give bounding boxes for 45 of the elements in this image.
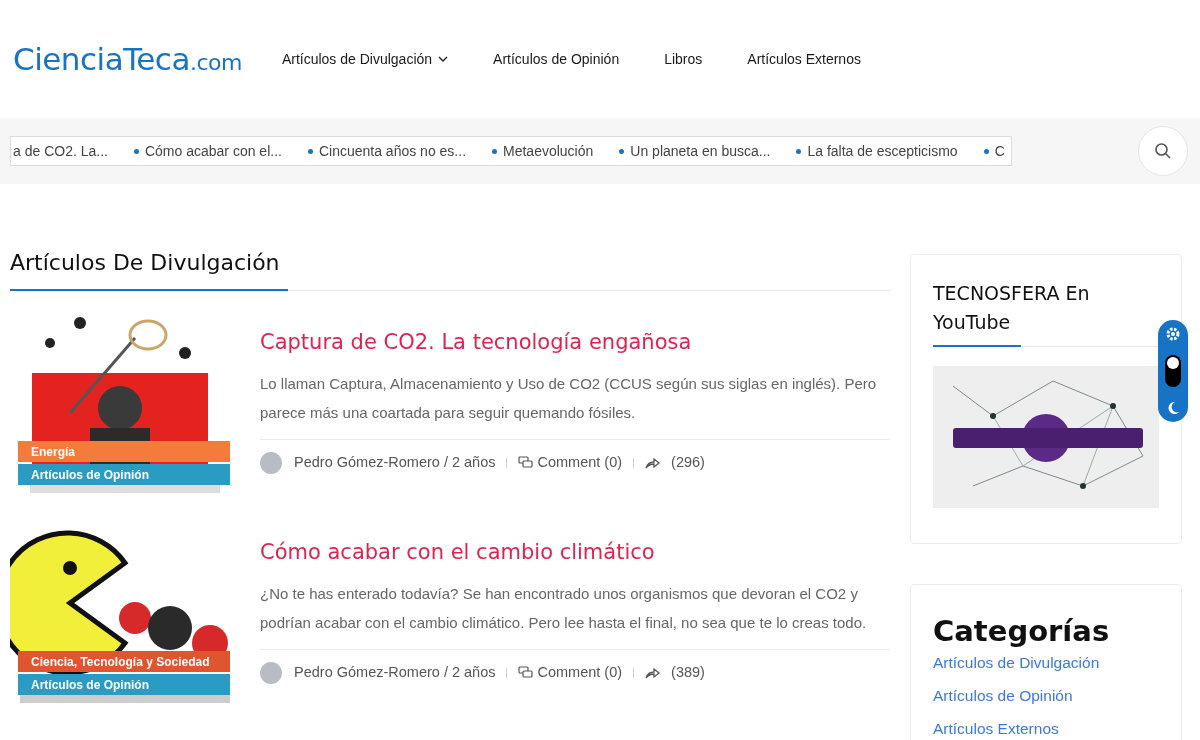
post-author[interactable]: Pedro Gómez-Romero / 2 años [294, 661, 496, 684]
comments-icon [518, 666, 534, 679]
post-title[interactable]: Cómo acabar con el cambio climático [260, 537, 890, 569]
widget-title: Categorías [933, 613, 1111, 649]
category-link[interactable]: Artículos de Divulgación [933, 654, 1100, 671]
ticker-item[interactable]: C [983, 140, 1005, 162]
ticker-item[interactable]: Un planeta en busca... [619, 140, 771, 162]
category-tag[interactable]: Ciencia, Tecnología y Sociedad [18, 651, 230, 672]
search-icon [1154, 142, 1172, 160]
theme-toggle[interactable] [1165, 355, 1181, 387]
ticker-item[interactable]: Cómo acabar con el... [133, 140, 282, 162]
author-avatar [260, 661, 282, 684]
author-avatar [260, 451, 282, 474]
post-title[interactable]: Captura de CO2. La tecnología engañosa [260, 327, 890, 359]
post-excerpt: Lo llaman Captura, Almacenamiento y Uso de CO2 (CCUS según sus siglas en inglés). Pero parece más una coartada para seguir quemando fósiles. [260, 373, 878, 423]
bullet-icon [307, 148, 313, 154]
nav-link[interactable]: Libros [664, 48, 703, 70]
share-count: (296) [671, 452, 705, 472]
section-title: Artículos De Divulgación [10, 246, 288, 291]
ticker-item[interactable]: a de CO2. La... [13, 140, 108, 162]
nav-link[interactable]: Artículos de Divulgación [281, 48, 449, 70]
search-button[interactable] [1138, 126, 1188, 176]
bullet-icon [492, 148, 498, 154]
nav-link[interactable]: Artículos de Opinión [493, 48, 620, 70]
comments-icon [518, 456, 534, 469]
share-icon [645, 456, 662, 469]
bullet-icon [983, 148, 989, 154]
post-excerpt: ¿No te has enterado todavía? Se han encontrado unos organismos que devoran el CO2 y podrían acabar con el cambio climático. Pero lee hasta el final, no sea que te lo creas todo. [260, 583, 868, 633]
ticker-item[interactable]: La falta de escepticismo [796, 140, 958, 162]
comment-count[interactable]: Comment (0) [537, 661, 623, 684]
post-author[interactable]: Pedro Gómez-Romero / 2 años [294, 451, 496, 474]
bullet-icon [133, 148, 139, 154]
share-icon [645, 666, 662, 679]
share-count: (389) [671, 662, 705, 682]
widget-title: TECNOSFERA En YouTube [933, 281, 1091, 335]
nav-link[interactable]: Artículos Externos [747, 48, 861, 70]
bullet-icon [796, 148, 802, 154]
comment-count[interactable]: Comment (0) [537, 451, 623, 474]
category-link[interactable]: Artículos de Opinión [933, 687, 1073, 704]
ticker-item[interactable]: Cincuenta años no es... [307, 140, 467, 162]
category-link[interactable]: Artículos Externos [933, 720, 1059, 737]
site-logo[interactable]: CienciaTeca.com [13, 35, 242, 83]
ticker-item[interactable]: Metaevolución [492, 140, 594, 162]
bullet-icon [619, 148, 625, 154]
settings-icon[interactable] [1165, 326, 1181, 342]
